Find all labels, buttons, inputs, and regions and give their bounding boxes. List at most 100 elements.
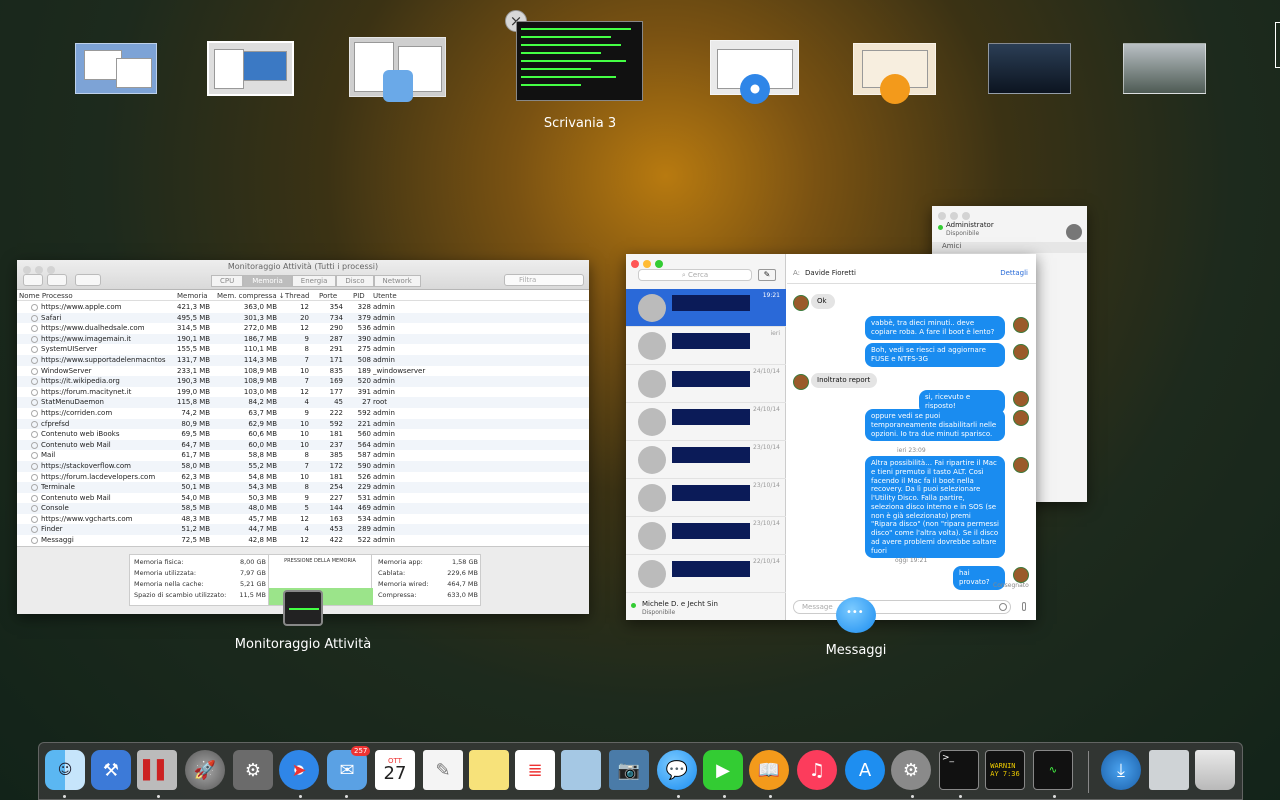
app-store-icon[interactable]: A xyxy=(845,750,885,790)
textedit-icon[interactable]: ✎ xyxy=(423,750,463,790)
column-header[interactable]: Porte xyxy=(319,292,337,300)
space-thumbnail-current[interactable] xyxy=(516,21,643,101)
table-row[interactable]: StatMenuDaemon 115,8 MB 84,2 MB 4 45 27 root xyxy=(17,397,589,408)
table-row[interactable]: https://www.imagemain.it 190,1 MB 186,7 MB… xyxy=(17,333,589,345)
stop-process-button[interactable] xyxy=(23,274,43,286)
column-header[interactable]: Utente xyxy=(373,292,397,300)
ibooks-icon[interactable]: 📖 xyxy=(749,750,789,790)
conversation-item[interactable]: 22/10/14 xyxy=(626,555,786,593)
image-capture-icon[interactable]: 📷 xyxy=(609,750,649,790)
messages-window[interactable]: ⌕ Cerca ✎ 19:21 ieri 24/10/14 24/10/14 23/10… xyxy=(626,254,1036,620)
tab-memory[interactable]: Memoria xyxy=(243,275,292,287)
conversation-item[interactable]: 19:21 xyxy=(626,289,786,327)
column-header[interactable]: PID xyxy=(353,292,365,300)
column-header[interactable]: Thread xyxy=(285,292,309,300)
tab-disk[interactable]: Disco xyxy=(336,275,374,287)
activity-monitor-label[interactable]: Monitoraggio Attività xyxy=(217,637,389,652)
messages-label[interactable]: Messaggi xyxy=(796,643,916,658)
table-row[interactable]: Contenuto web Mail 54,0 MB 50,3 MB 9 227 531 a… xyxy=(17,493,589,504)
space-thumbnail-1[interactable] xyxy=(75,43,157,94)
outgoing-message-bubble[interactable]: oppure vedi se puoi temporaneamente disa… xyxy=(865,409,1005,442)
tab-cpu[interactable]: CPU xyxy=(211,275,244,287)
table-row[interactable]: https://www.supportadelenmacntos 131,7 MB… xyxy=(17,354,589,366)
conversation-search-input[interactable]: ⌕ Cerca xyxy=(638,269,752,281)
footer-status[interactable]: Disponibile xyxy=(642,609,675,616)
xcode-icon[interactable]: ⚒ xyxy=(91,750,131,790)
table-row[interactable]: cfprefsd 80,9 MB 62,9 MB 10 592 221 admin xyxy=(17,418,589,430)
table-row[interactable]: Safari 495,5 MB 301,3 MB 20 734 379 admin xyxy=(17,312,589,324)
outgoing-message-bubble[interactable]: Altra possibilità… Fai ripartire il Mac … xyxy=(865,456,1005,559)
terminal-icon[interactable]: >_ xyxy=(939,750,979,790)
table-row[interactable]: SystemUIServer 155,5 MB 110,1 MB 8 291 275 adm… xyxy=(17,344,589,355)
itunes-icon[interactable]: ♫ xyxy=(797,750,837,790)
conversation-item[interactable]: 23/10/14 xyxy=(626,517,786,555)
conversation-item[interactable]: 24/10/14 xyxy=(626,403,786,441)
table-row[interactable]: Contenuto web iBooks 69,5 MB 60,6 MB 10 181 5… xyxy=(17,429,589,440)
notes-icon[interactable] xyxy=(469,750,509,790)
close-traffic-light[interactable] xyxy=(631,260,639,268)
table-row[interactable]: https://www.apple.com 421,3 MB 363,0 MB 12 3… xyxy=(17,302,589,313)
table-row[interactable]: https://corriden.com 74,2 MB 63,7 MB 9 222 59… xyxy=(17,408,589,419)
buddy-group-header[interactable]: Amici xyxy=(932,242,1087,253)
close-traffic-light[interactable] xyxy=(938,212,946,220)
incoming-message-bubble[interactable]: Ok xyxy=(811,294,835,309)
launchpad-icon[interactable]: 🚀 xyxy=(185,750,225,790)
space-thumbnail-2[interactable] xyxy=(207,41,294,96)
finder-icon[interactable]: ☺ xyxy=(45,750,85,790)
zoom-traffic-light[interactable] xyxy=(655,260,663,268)
preview-icon[interactable] xyxy=(561,750,601,790)
minimize-traffic-light[interactable] xyxy=(950,212,958,220)
table-row[interactable]: https://forum.lacdevelopers.com 62,3 MB 54… xyxy=(17,472,589,483)
emoji-icon[interactable] xyxy=(999,603,1007,611)
conversation-item[interactable]: ieri xyxy=(626,327,786,365)
microphone-icon[interactable] xyxy=(1022,602,1026,611)
table-row[interactable]: https://stackoverflow.com 58,0 MB 55,2 MB 7… xyxy=(17,460,589,472)
process-search-input[interactable]: Filtra xyxy=(504,274,584,286)
column-header[interactable]: Memoria xyxy=(177,292,208,300)
gear-icon[interactable] xyxy=(75,274,101,286)
buddy-status[interactable]: Disponibile xyxy=(946,230,979,237)
incoming-message-bubble[interactable]: Inoltrato report xyxy=(811,373,877,388)
table-row[interactable]: https://www.dualhedsale.com 314,5 MB 272,0… xyxy=(17,323,589,334)
activity-monitor-dock-icon[interactable]: ∿ xyxy=(1033,750,1073,790)
space-thumbnail-desktop-2[interactable] xyxy=(1123,43,1206,94)
add-space-thumbnail[interactable] xyxy=(1275,22,1280,68)
minimize-traffic-light[interactable] xyxy=(643,260,651,268)
downloads-stack-icon[interactable]: ⤓ xyxy=(1101,750,1141,790)
table-row[interactable]: WindowServer 233,1 MB 108,9 MB 10 835 189 _win… xyxy=(17,366,589,377)
system-preferences-icon[interactable]: ⚙ xyxy=(891,750,931,790)
mail-icon[interactable]: ✉ xyxy=(327,750,367,790)
table-row[interactable]: Console 58,5 MB 48,0 MB 5 144 469 admin xyxy=(17,503,589,514)
compose-icon[interactable]: ✎ xyxy=(758,269,776,281)
calendar-icon[interactable]: OTT 27 xyxy=(375,750,415,790)
table-row[interactable]: Mail 61,7 MB 58,8 MB 8 385 587 admin xyxy=(17,450,589,461)
column-header[interactable]: Mem. compressa ↓ xyxy=(217,292,285,300)
outgoing-message-bubble[interactable]: Boh, vedi se riesci ad aggiornare FUSE e… xyxy=(865,343,1005,367)
tab-energy[interactable]: Energia xyxy=(291,275,337,287)
table-row[interactable]: Finder 51,2 MB 44,7 MB 4 453 289 admin xyxy=(17,524,589,536)
facetime-icon[interactable]: ▶ xyxy=(703,750,743,790)
table-row[interactable]: https://www.vgcharts.com 48,3 MB 45,7 MB 12… xyxy=(17,514,589,525)
trash-icon[interactable] xyxy=(1195,750,1235,790)
table-row[interactable]: https://forum.macitynet.it 199,0 MB 103,0 … xyxy=(17,387,589,398)
table-row[interactable]: Messaggi 72,5 MB 42,8 MB 12 422 522 admin xyxy=(17,535,589,546)
conversation-item[interactable]: 23/10/14 xyxy=(626,441,786,479)
reminders-icon[interactable]: ≣ xyxy=(515,750,555,790)
outgoing-message-bubble[interactable]: vabbè, tra dieci minuti.. deve copiare r… xyxy=(865,316,1005,340)
boot-camp-icon[interactable]: ▌▌ xyxy=(137,750,177,790)
info-button[interactable] xyxy=(47,274,67,286)
table-row[interactable]: Contenuto web Mail 64,7 MB 60,0 MB 10 237 564… xyxy=(17,439,589,451)
conversation-item[interactable]: 23/10/14 xyxy=(626,479,786,517)
message-input[interactable]: Message xyxy=(793,600,1011,614)
activity-monitor-window[interactable]: Monitoraggio Attività (Tutti i processi)… xyxy=(17,260,589,614)
zoom-traffic-light[interactable] xyxy=(962,212,970,220)
table-row[interactable]: https://it.wikipedia.org 190,3 MB 108,9 MB… xyxy=(17,376,589,387)
conversation-item[interactable]: 24/10/14 xyxy=(626,365,786,403)
column-header[interactable]: Nome Processo xyxy=(19,292,73,300)
space-thumbnail-desktop-1[interactable] xyxy=(988,43,1071,94)
documents-stack-icon[interactable] xyxy=(1149,750,1189,790)
tab-network[interactable]: Network xyxy=(373,275,421,287)
automator-icon[interactable]: ⚙ xyxy=(233,750,273,790)
table-row[interactable]: Terminale 50,1 MB 54,3 MB 8 254 229 admin xyxy=(17,482,589,493)
console-icon[interactable]: WARNIN AY 7:36 xyxy=(985,750,1025,790)
